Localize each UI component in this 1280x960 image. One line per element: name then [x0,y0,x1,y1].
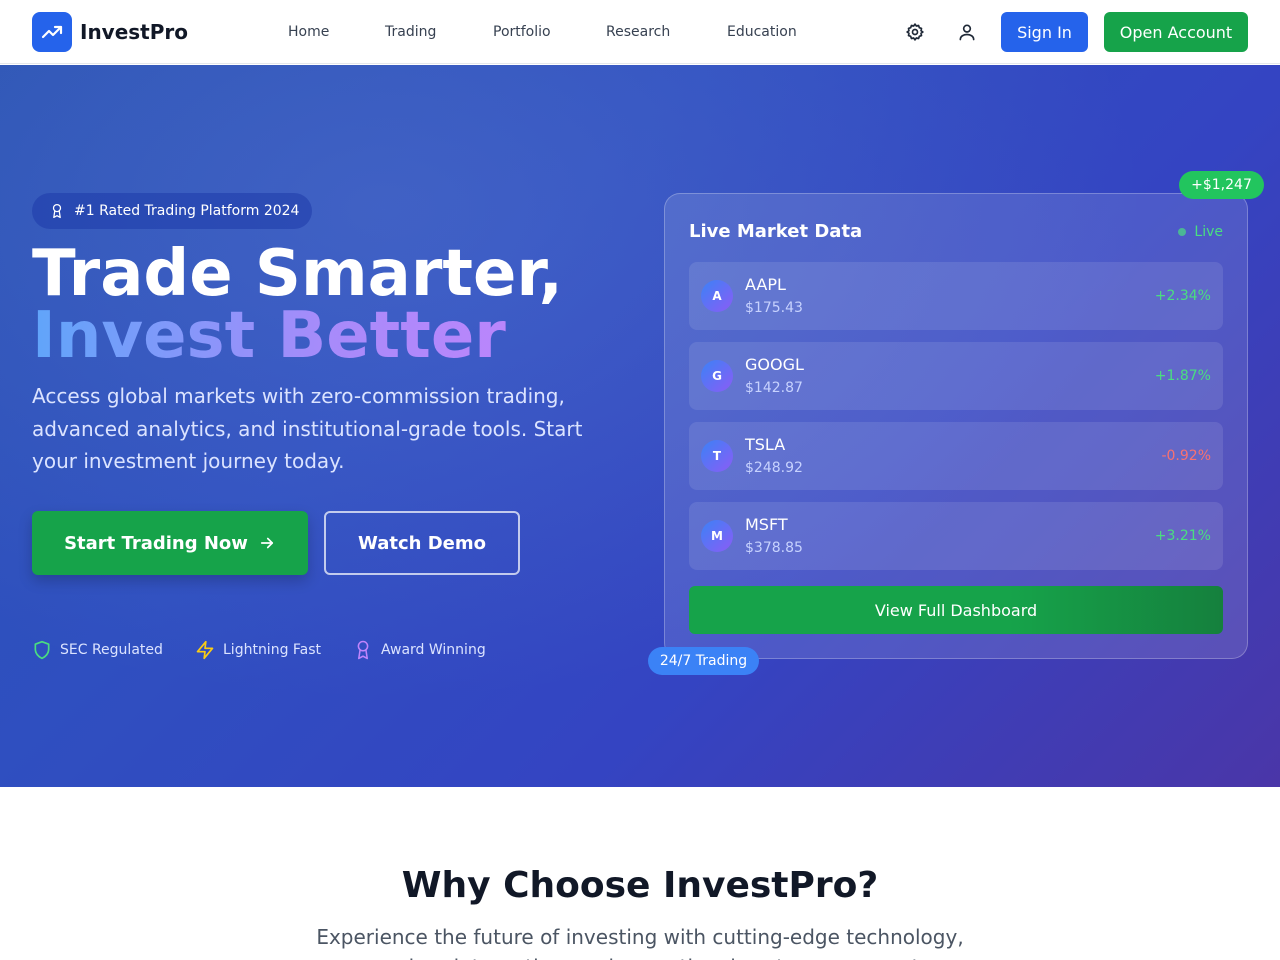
nav-link-portfolio[interactable]: Portfolio [493,22,551,42]
open-account-button[interactable]: Open Account [1104,12,1248,52]
arrow-right-icon [260,537,274,549]
start-trading-label: Start Trading Now [64,532,248,554]
stock-price: $142.87 [745,380,803,396]
stock-avatar: A [701,280,733,312]
live-status: Live [1178,224,1223,240]
shield-icon [34,640,50,660]
top-navbar: InvestPro Home Trading Portfolio Researc… [0,0,1280,64]
brand-name[interactable]: InvestPro [80,19,188,45]
stock-change: +2.34% [1154,288,1211,304]
live-dot-icon [1178,228,1187,236]
hero-title: Trade Smarter, Invest Better [32,237,563,368]
lightning-icon [196,640,214,660]
stock-symbol: GOOGL [745,355,804,374]
stock-change: -0.92% [1161,448,1211,464]
nav-link-education[interactable]: Education [727,22,797,42]
feature-label: Award Winning [381,642,486,658]
stock-price: $248.92 [745,460,803,476]
view-dashboard-button[interactable]: View Full Dashboard [689,586,1223,634]
award-icon [52,203,62,219]
stock-row-msft[interactable]: M MSFT $378.85 +3.21% [689,502,1223,570]
feature-lightning-fast: Lightning Fast [195,639,321,661]
stock-symbol: TSLA [745,435,786,454]
rating-badge-text: #1 Rated Trading Platform 2024 [74,203,300,219]
gain-pill: +$1,247 [1179,171,1264,199]
trading-hours-pill: 24/7 Trading [648,647,759,675]
why-section-title: Why Choose InvestPro? [401,865,879,906]
feature-sec-regulated: SEC Regulated [32,639,163,661]
stock-change: +1.87% [1154,368,1211,384]
stock-row-googl[interactable]: G GOOGL $142.87 +1.87% [689,342,1223,410]
stock-avatar: G [701,360,733,392]
stock-row-aapl[interactable]: A AAPL $175.43 +2.34% [689,262,1223,330]
stock-price: $175.43 [745,300,803,316]
stock-avatar: T [701,440,733,472]
logo-trending-up-icon[interactable] [32,12,72,52]
feature-label: Lightning Fast [223,642,322,658]
start-trading-button[interactable]: Start Trading Now [32,511,308,575]
nav-link-home[interactable]: Home [288,22,329,42]
feature-award-winning: Award Winning [353,639,486,661]
rating-badge: #1 Rated Trading Platform 2024 [32,193,312,229]
live-status-label: Live [1194,224,1223,240]
hero-section: #1 Rated Trading Platform 2024 Trade Sma… [0,65,1280,787]
user-icon[interactable] [955,20,979,44]
hero-title-line1: Trade Smarter, [32,237,563,311]
stock-row-tsla[interactable]: T TSLA $248.92 -0.92% [689,422,1223,490]
why-section-subtitle: Experience the future of investing with … [316,925,964,960]
feature-label: SEC Regulated [60,642,163,658]
sign-in-button[interactable]: Sign In [1001,12,1088,52]
stock-symbol: AAPL [745,275,786,294]
nav-link-trading[interactable]: Trading [385,22,436,42]
market-card-title: Live Market Data [689,221,863,242]
gear-icon[interactable] [903,20,927,44]
stock-change: +3.21% [1154,528,1211,544]
watch-demo-button[interactable]: Watch Demo [324,511,520,575]
stock-price: $378.85 [745,540,803,556]
live-market-card: Live Market Data Live A AAPL $175.43 +2.… [664,193,1248,659]
stock-symbol: MSFT [745,515,788,534]
award-icon [357,640,369,660]
hero-title-line2: Invest Better [32,304,563,368]
nav-link-research[interactable]: Research [606,22,670,42]
hero-description: Access global markets with zero-commissi… [32,384,583,473]
stock-avatar: M [701,520,733,552]
